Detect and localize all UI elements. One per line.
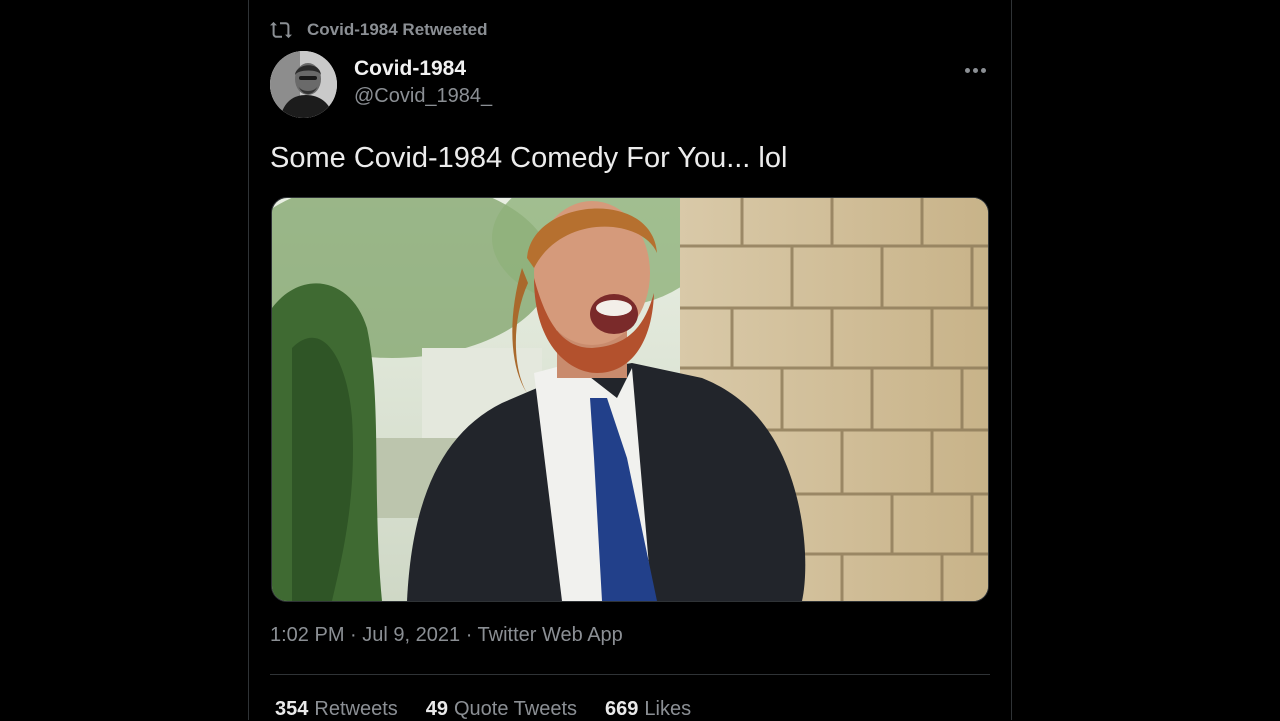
tweet-time[interactable]: 1:02 PM [270,624,344,646]
divider [270,674,990,675]
likes-label: Likes [644,698,692,720]
retweet-icon [270,21,292,39]
author-name[interactable]: Covid-1984 [354,56,492,82]
quote-tweets-label: Quote Tweets [454,698,578,720]
likes-count: 669 [605,698,639,720]
tweet-text: Some Covid-1984 Comedy For You... lol [270,142,788,174]
retweets-stat[interactable]: 354 Retweets [275,698,398,721]
retweets-count: 354 [275,698,309,720]
likes-stat[interactable]: 669 Likes [605,698,691,721]
more-options-icon[interactable] [963,58,987,82]
author-block[interactable]: Covid-1984 @Covid_1984_ [354,56,492,110]
quote-tweets-stat[interactable]: 49 Quote Tweets [426,698,577,721]
author-avatar[interactable] [270,51,337,118]
video-frame [272,198,988,601]
tweet-date[interactable]: Jul 9, 2021 [362,624,460,646]
tweet-meta: 1:02 PM · Jul 9, 2021 · Twitter Web App [270,624,623,646]
author-handle[interactable]: @Covid_1984_ [354,82,492,110]
retweet-context[interactable]: Covid-1984 Retweeted [269,16,487,44]
retweeted-by-label: Covid-1984 Retweeted [307,20,488,39]
retweets-label: Retweets [314,698,398,720]
quote-tweets-count: 49 [425,698,448,720]
tweet-video[interactable] [271,197,989,602]
tweet-detail-column: Covid-1984 Retweeted Covid-1984 @Covid_1… [248,0,1012,720]
tweet-source[interactable]: Twitter Web App [478,624,623,646]
tweet-stats: 354 Retweets 49 Quote Tweets 669 Likes [275,698,691,721]
